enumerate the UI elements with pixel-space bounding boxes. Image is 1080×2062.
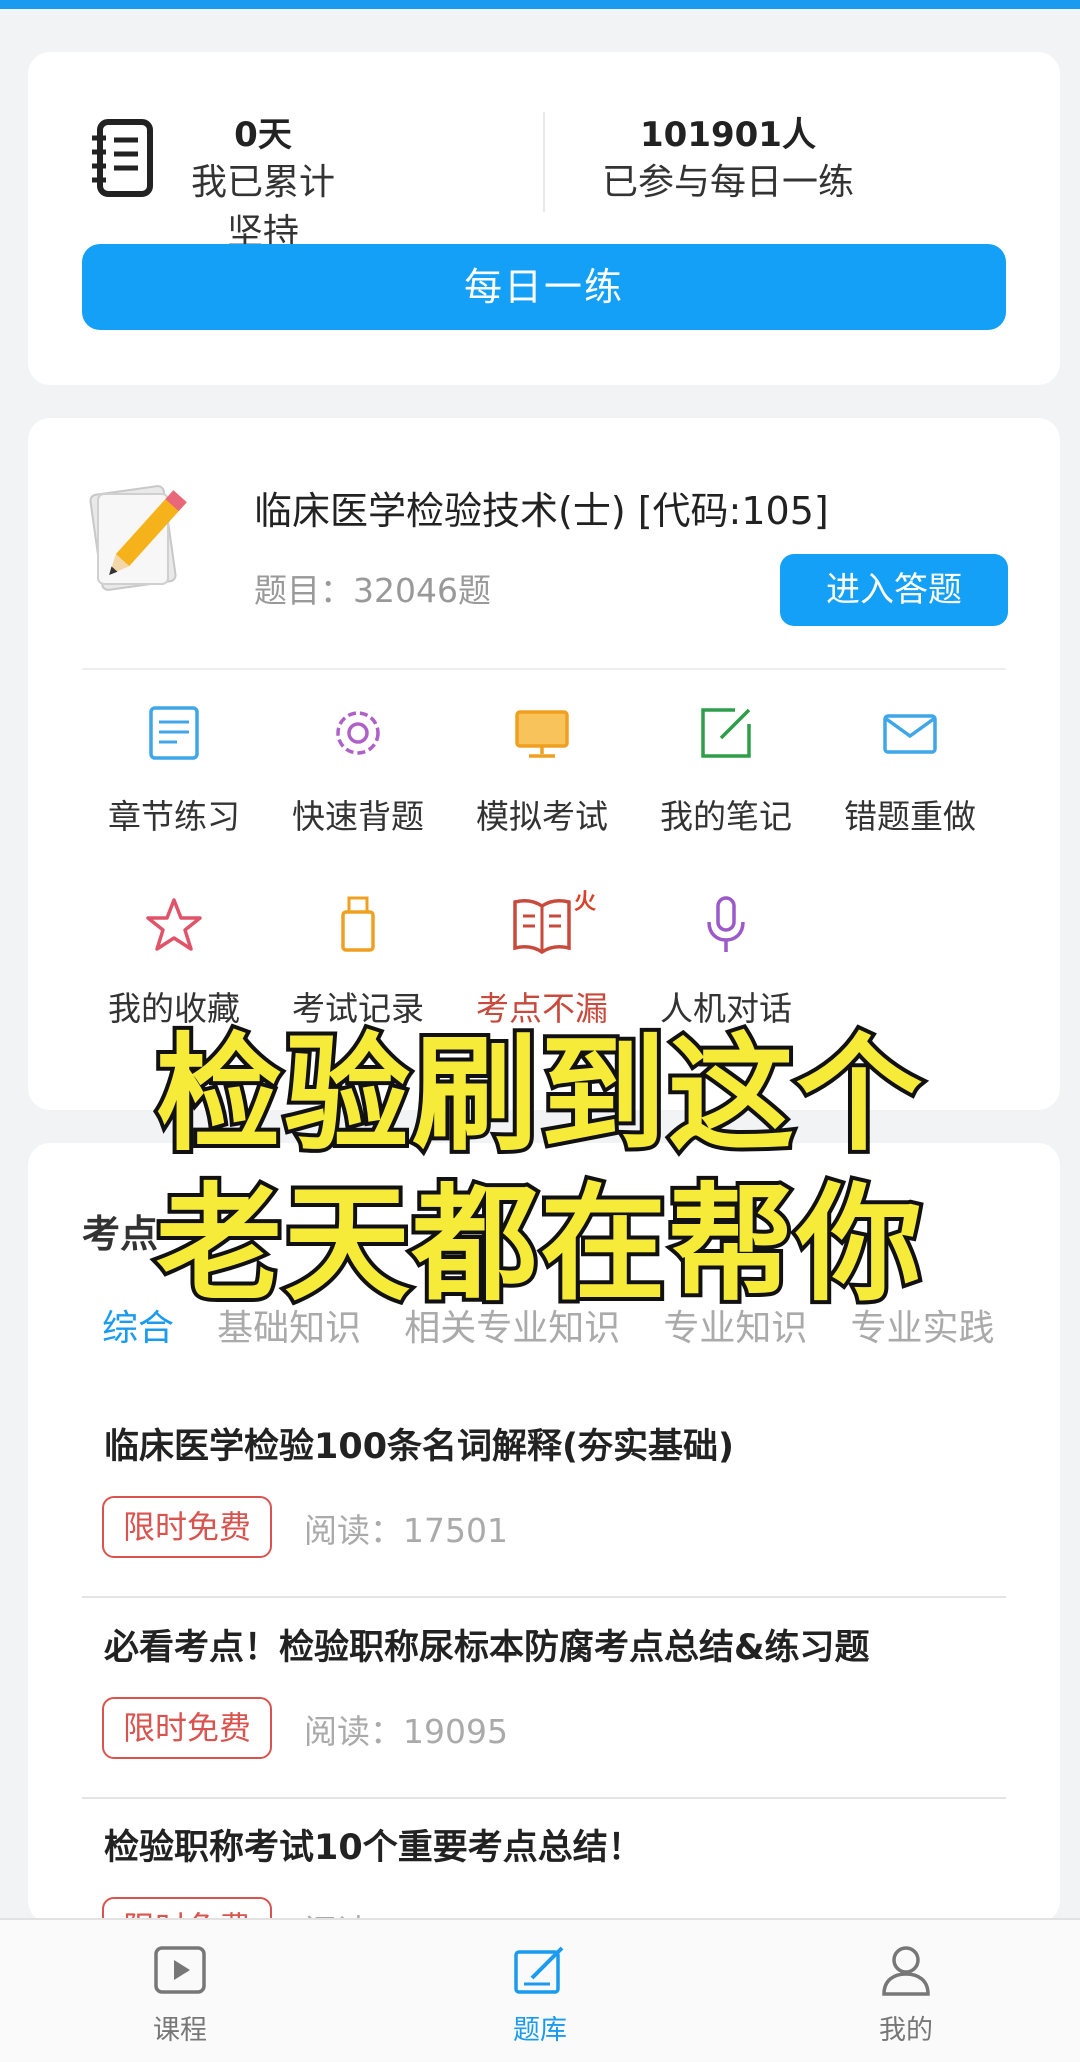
list-item[interactable]: 必看考点！检验职称尿标本防腐考点总结&练习题 限时免费 阅读：19095 xyxy=(82,1619,1006,1801)
nav-profile[interactable]: 我的 xyxy=(826,1940,986,2047)
grid-item-quick-memorize[interactable]: 快速背题 xyxy=(266,702,450,838)
course-title: 临床医学检验技术(士) [代码:105] xyxy=(254,489,829,533)
caption-line-1: 检验刷到这个 xyxy=(152,1017,926,1172)
participants-label: 已参与每日一练 xyxy=(601,162,854,203)
course-card: 临床医学检验技术(士) [代码:105] 题目：32046题 进入答题 章节练习… xyxy=(28,418,1060,1110)
question-count: 题目：32046题 xyxy=(254,571,491,610)
edit-icon xyxy=(701,708,751,758)
participants-value: 101901人 xyxy=(640,115,816,155)
nav-label: 题库 xyxy=(513,2015,567,2046)
monitor-icon xyxy=(515,710,569,758)
daily-practice-button[interactable]: 每日一练 xyxy=(82,244,1006,330)
divider xyxy=(82,1596,1006,1598)
grid-label: 错题重做 xyxy=(844,797,976,836)
mail-icon xyxy=(883,714,937,754)
grid-label: 章节练习 xyxy=(108,797,240,836)
usb-icon xyxy=(341,896,375,952)
book-icon xyxy=(513,899,571,955)
divider xyxy=(82,1797,1006,1799)
grid-item-favorites[interactable]: 我的收藏 xyxy=(82,894,266,1030)
participants-stat: 101901人 已参与每日一练 xyxy=(588,112,868,208)
grid-item-exam-records[interactable]: 考试记录 xyxy=(266,894,450,1030)
profile-icon xyxy=(882,1946,930,1996)
caption-line-2: 老天都在帮你 xyxy=(152,1167,926,1322)
free-tag: 限时免费 xyxy=(102,1697,272,1759)
read-count: 阅读：17501 xyxy=(304,1511,508,1550)
notebook-icon xyxy=(92,119,153,197)
grid-item-voice-dialog[interactable]: 人机对话 xyxy=(634,894,818,1030)
mic-icon xyxy=(707,896,745,952)
gear-icon xyxy=(336,711,380,755)
grid-label: 模拟考试 xyxy=(476,797,608,836)
play-icon xyxy=(154,1946,206,1994)
grid-item-my-notes[interactable]: 我的笔记 xyxy=(634,702,818,838)
enter-answer-button[interactable]: 进入答题 xyxy=(780,554,1008,626)
top-status-strip xyxy=(0,0,1080,9)
nav-label: 我的 xyxy=(879,2015,933,2046)
days-value: 0天 xyxy=(234,115,292,155)
bottom-nav: 课程 题库 我的 xyxy=(0,1918,1080,2062)
nav-courses[interactable]: 课程 xyxy=(100,1940,260,2047)
daily-practice-card: 0天 我已累计坚持 101901人 已参与每日一练 每日一练 xyxy=(28,52,1060,385)
nav-label: 课程 xyxy=(153,2015,207,2046)
grid-label: 我的笔记 xyxy=(660,797,792,836)
grid-label: 快速背题 xyxy=(292,797,424,836)
grid-item-key-points[interactable]: 火 考点不漏 xyxy=(450,890,634,1030)
free-tag: 限时免费 xyxy=(102,1496,272,1558)
article-title: 必看考点！检验职称尿标本防腐考点总结&练习题 xyxy=(104,1628,870,1668)
star-icon xyxy=(146,898,202,951)
stat-divider xyxy=(543,112,545,212)
grid-item-chapter-practice[interactable]: 章节练习 xyxy=(82,702,266,838)
read-count: 阅读：19095 xyxy=(304,1712,508,1751)
question-bank-icon xyxy=(514,1946,564,1994)
article-title: 临床医学检验100条名词解释(夯实基础) xyxy=(104,1427,735,1467)
days-stat: 0天 我已累计坚持 xyxy=(178,112,348,258)
list-item[interactable]: 检验职称考试10个重要考点总结！ 限时免费 阅读：17215 xyxy=(82,1819,1006,1923)
list-item[interactable]: 临床医学检验100条名词解释(夯实基础) 限时免费 阅读：17501 xyxy=(82,1418,1006,1600)
nav-question-bank[interactable]: 题库 xyxy=(460,1940,620,2047)
chapter-icon xyxy=(149,706,199,760)
divider xyxy=(82,668,1006,670)
grid-item-redo-mistakes[interactable]: 错题重做 xyxy=(818,702,1002,838)
hot-badge: 火 xyxy=(574,890,597,915)
notepad-pencil-icon xyxy=(89,485,187,591)
article-title: 检验职称考试10个重要考点总结！ xyxy=(104,1828,643,1868)
days-label: 我已累计坚持 xyxy=(190,162,335,253)
grid-item-mock-exam[interactable]: 模拟考试 xyxy=(450,702,634,838)
